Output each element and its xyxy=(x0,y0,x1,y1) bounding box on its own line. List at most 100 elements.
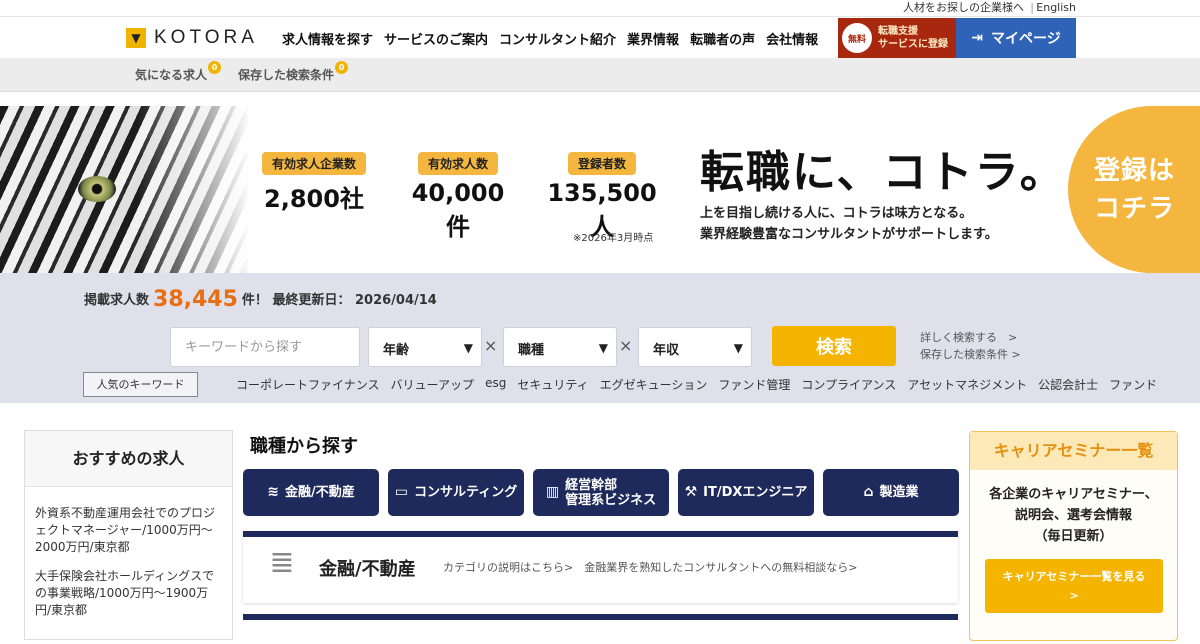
times-symbol: × xyxy=(619,336,633,355)
seminar-line: 説明会、選考会情報 xyxy=(1014,508,1132,523)
saved-search-link[interactable]: 保存した検索条件0 xyxy=(238,61,349,83)
register-here-line2: コチラ xyxy=(1094,194,1176,224)
search-button[interactable]: 検索 xyxy=(772,326,896,366)
keyword-link[interactable]: バリューアップ xyxy=(391,376,475,393)
stats-as-of: ※2026年3月時点 xyxy=(573,233,654,244)
keyword-link[interactable]: コーポレートファイナンス xyxy=(236,376,380,393)
free-badge: 無料 xyxy=(842,23,872,53)
nav-item-consultants[interactable]: コンサルタント紹介 xyxy=(499,29,616,48)
job-link[interactable]: 外資系不動産運用会社でのプロジェクトマネージャー/1000万円〜2000万円/東… xyxy=(25,487,232,556)
career-seminar-box: キャリアセミナー一覧 各企業のキャリアセミナー、 説明会、選考会情報 （毎日更新… xyxy=(969,431,1178,641)
money-icon: ≋ xyxy=(267,484,279,500)
nav-item-services[interactable]: サービスのご案内 xyxy=(384,29,488,48)
advanced-links: 詳しく検索する > 保存した検索条件 > xyxy=(920,329,1021,363)
category-label: 金融/不動産 xyxy=(284,485,355,500)
category-label: 経営幹部 管理系ビジネス xyxy=(565,477,657,508)
income-select[interactable]: 年収 ▼ xyxy=(638,327,752,367)
english-link[interactable]: English xyxy=(1036,0,1076,16)
register-here-button[interactable]: 登録は コチラ xyxy=(1068,106,1200,273)
category-buttons: ≋ 金融/不動産 ▭ コンサルティング ▥ 経営幹部 管理系ビジネス ⚒ IT/DXエン… xyxy=(243,469,959,516)
register-button[interactable]: 無料 転職支援 サービスに登録 xyxy=(838,18,956,58)
hero-subtitle: 上を目指し続ける人に、コトラは味方となる。 業界経験豊富なコンサルタントがサポー… xyxy=(700,203,998,245)
dropdown-arrow-icon: ▼ xyxy=(463,341,473,355)
category-label: コンサルティング xyxy=(414,485,518,500)
nav-item-company[interactable]: 会社情報 xyxy=(766,29,818,48)
job-count: 掲載求人数 38,445 件！ 最終更新日： 2026/04/14 xyxy=(84,287,437,312)
keyword-link[interactable]: アセットマネジメント xyxy=(907,376,1027,393)
keyword-link[interactable]: 公認会計士 xyxy=(1038,376,1098,393)
saved-count-badge: 0 xyxy=(335,61,349,74)
keyword-link[interactable]: ファンド管理 xyxy=(718,376,790,393)
favorite-jobs-label: 気になる求人 xyxy=(135,68,208,82)
stat-value: 40,000件 xyxy=(411,179,505,241)
recommended-jobs: おすすめの求人 外資系不動産運用会社でのプロジェクトマネージャー/1000万円〜… xyxy=(24,430,233,640)
saved-conditions-link[interactable]: 保存した検索条件 > xyxy=(920,346,1021,363)
recommended-jobs-title: おすすめの求人 xyxy=(25,431,232,487)
separator: | xyxy=(1030,1,1034,14)
seminar-button-label: キャリアセミナー一覧を見る xyxy=(1002,570,1146,583)
job-type-select[interactable]: 職種 ▼ xyxy=(503,327,617,367)
hero-title: 転職に、コトラ。 xyxy=(700,147,1066,198)
nav-item-voices[interactable]: 転職者の声 xyxy=(690,29,755,48)
category-panel-links[interactable]: カテゴリの説明はこちら> 金融業界を熟知したコンサルタントへの無料相談なら> xyxy=(443,559,857,575)
register-here-line1: 登録は xyxy=(1094,156,1176,186)
logo[interactable]: ▼ KOTORA xyxy=(126,27,258,49)
tiger-image xyxy=(0,106,250,273)
keyword-search-input[interactable] xyxy=(170,327,360,367)
tiger-eye xyxy=(78,176,116,202)
mypage-label: マイページ xyxy=(991,31,1061,47)
seminar-line: （毎日更新） xyxy=(1034,529,1113,544)
stat-jobs: 有効求人数 40,000件 xyxy=(400,152,516,242)
keyword-link[interactable]: セキュリティ xyxy=(517,376,588,393)
nav-item-industry[interactable]: 業界情報 xyxy=(627,29,679,48)
seminar-description: 各企業のキャリアセミナー、 説明会、選考会情報 （毎日更新） xyxy=(970,484,1177,547)
stat-label: 登録者数 xyxy=(567,152,636,175)
keyword-link[interactable]: ファンド xyxy=(1109,376,1157,393)
dropdown-arrow-icon: ▼ xyxy=(598,341,608,355)
corporate-link[interactable]: 人材をお探しの企業様へ xyxy=(903,0,1024,16)
job-type-select-value: 職種 xyxy=(518,343,545,358)
category-panel-title: 金融/不動産 xyxy=(319,559,416,580)
stat-value: 2,800社 xyxy=(264,185,364,213)
mypage-button[interactable]: ⇥ マイページ xyxy=(956,18,1076,58)
category-label: IT/DXエンジニア xyxy=(703,485,808,500)
popular-keywords: コーポレートファイナンス バリューアップ esg セキュリティ エグゼキューショ… xyxy=(236,376,1157,393)
keyword-link[interactable]: コンプライアンス xyxy=(801,376,896,393)
income-select-value: 年収 xyxy=(653,343,680,358)
factory-icon: ⌂ xyxy=(863,484,874,500)
monitor-icon: ▭ xyxy=(394,484,408,500)
seminar-line: 各企業のキャリアセミナー、 xyxy=(989,487,1158,502)
stat-label: 有効求人企業数 xyxy=(261,152,366,175)
keyword-link[interactable]: esg xyxy=(485,376,506,393)
nav-item-jobs[interactable]: 求人情報を探す xyxy=(282,29,373,48)
utility-bar: 人材をお探しの企業様へ | English xyxy=(0,0,1200,16)
seminar-title: キャリアセミナー一覧 xyxy=(970,432,1177,470)
age-select[interactable]: 年齢 ▼ xyxy=(368,327,482,367)
age-select-value: 年齢 xyxy=(383,343,410,358)
category-manufacturing-button[interactable]: ⌂ 製造業 xyxy=(823,469,959,516)
category-finance-button[interactable]: ≋ 金融/不動産 xyxy=(243,469,379,516)
hero-banner: 有効求人企業数 2,800社 有効求人数 40,000件 登録者数 135,50… xyxy=(0,106,1200,273)
category-panel-next xyxy=(243,614,958,644)
job-link[interactable]: 大手保険会社ホールディングスでの事業戦略/1000万円〜1900万円/東京都 xyxy=(25,556,232,619)
seminar-button-arrow: > xyxy=(1069,589,1079,602)
favorite-jobs-link[interactable]: 気になる求人0 xyxy=(135,61,222,83)
advanced-search-link[interactable]: 詳しく検索する > xyxy=(920,329,1021,346)
job-count-label: 掲載求人数 xyxy=(84,293,150,308)
dropdown-arrow-icon: ▼ xyxy=(733,341,743,355)
tools-icon: ⚒ xyxy=(684,484,698,500)
seminar-list-button[interactable]: キャリアセミナー一覧を見る > xyxy=(985,559,1163,613)
job-count-value: 38,445 xyxy=(153,287,238,312)
stat-companies: 有効求人企業数 2,800社 xyxy=(258,152,370,214)
section-title: 職種から探す xyxy=(250,436,358,457)
category-management-button[interactable]: ▥ 経営幹部 管理系ビジネス xyxy=(533,469,669,516)
popular-keywords-label: 人気のキーワード xyxy=(83,372,198,397)
keyword-link[interactable]: エグゼキューション xyxy=(600,376,708,393)
global-nav: 求人情報を探す サービスのご案内 コンサルタント紹介 業界情報 転職者の声 会社… xyxy=(282,29,818,48)
category-it-button[interactable]: ⚒ IT/DXエンジニア xyxy=(678,469,814,516)
search-section: 掲載求人数38,445件！ 最終更新日： 2026/04/14 年齢 ▼ × 職種… xyxy=(0,273,1200,403)
register-label: 転職支援 サービスに登録 xyxy=(878,25,948,51)
category-consulting-button[interactable]: ▭ コンサルティング xyxy=(388,469,524,516)
chart-icon: ▥ xyxy=(545,484,560,500)
hero-subtitle-line2: 業界経験豊富なコンサルタントがサポートします。 xyxy=(700,227,998,242)
